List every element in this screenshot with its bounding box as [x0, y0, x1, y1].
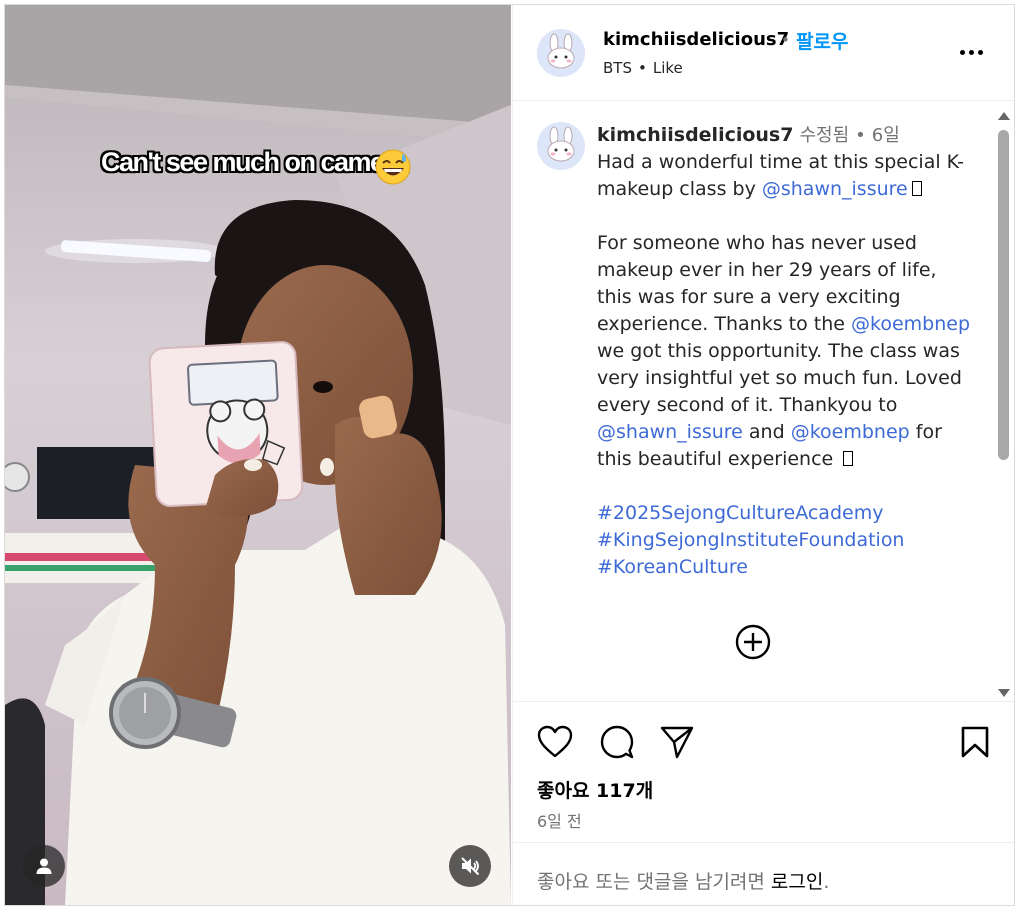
audio-info[interactable]: BTS • Like — [603, 59, 683, 77]
audio-artist: BTS — [603, 59, 632, 77]
comment-button[interactable] — [597, 722, 637, 762]
mute-button[interactable] — [449, 845, 491, 887]
bunny-avatar-icon — [537, 29, 585, 77]
more-options-button[interactable] — [953, 37, 989, 67]
video-overlay-text: Can't see much on camera — [101, 147, 408, 177]
hashtag-link[interactable]: #KoreanCulture — [597, 554, 975, 581]
caption-avatar[interactable] — [537, 122, 585, 170]
separator-dot: • — [855, 125, 866, 146]
audio-separator: • — [637, 59, 647, 77]
edited-label: 수정됨 — [799, 125, 850, 146]
caption-text: Had a wonderful time at this special K-m… — [597, 151, 964, 200]
caption-area: kimchiisdelicious7 수정됨 • 6일 Had a wonder… — [513, 102, 1014, 700]
unsupported-glyph-icon — [911, 181, 922, 196]
likes-count[interactable]: 좋아요 117개 — [537, 776, 653, 803]
share-button[interactable] — [657, 722, 697, 762]
caption-body: kimchiisdelicious7 수정됨 • 6일 Had a wonder… — [597, 122, 975, 581]
plus-circle-icon[interactable] — [735, 624, 771, 660]
post-actions: 좋아요 117개 6일 전 좋아요 또는 댓글을 남기려면 로그인. — [513, 701, 1014, 905]
hashtag-link[interactable]: #2025SejongCultureAcademy — [597, 500, 975, 527]
mention-link[interactable]: @koembnep — [791, 421, 910, 443]
speaker-muted-icon — [461, 857, 480, 876]
caption-age[interactable]: 6일 — [872, 122, 900, 149]
mention-link[interactable]: @shawn_issure — [597, 421, 743, 443]
post-video[interactable]: Can't see much on camera — [5, 5, 511, 905]
post-side-panel: kimchiisdelicious7 • 팔로우 BTS • Like kimc… — [512, 5, 1014, 905]
login-prompt-row: 좋아요 또는 댓글을 남기려면 로그인. — [513, 842, 1014, 905]
bookmark-icon — [961, 726, 989, 758]
tagged-users-button[interactable] — [23, 845, 65, 887]
mention-link[interactable]: @koembnep — [851, 313, 970, 335]
unsupported-glyph-icon — [843, 451, 854, 466]
separator-dot: • — [781, 31, 790, 49]
bunny-avatar-icon — [537, 122, 585, 170]
save-button[interactable] — [955, 722, 995, 762]
scroll-thumb[interactable] — [998, 130, 1009, 460]
posted-time[interactable]: 6일 전 — [537, 808, 582, 832]
share-icon — [660, 726, 694, 759]
scroll-down-arrow-icon[interactable] — [998, 689, 1010, 697]
mention-link[interactable]: @shawn_issure — [762, 178, 908, 200]
post-modal: Can't see much on camera kimchiisdelicio… — [4, 4, 1015, 906]
follow-button[interactable]: 팔로우 — [796, 27, 848, 54]
scroll-up-arrow-icon[interactable] — [998, 112, 1010, 120]
video-frame — [5, 5, 511, 905]
caption-header: kimchiisdelicious7 수정됨 • 6일 — [597, 122, 975, 149]
like-button[interactable] — [535, 722, 575, 762]
hashtag-link[interactable]: #KingSejongInstituteFoundation — [597, 527, 975, 554]
comment-icon — [600, 725, 634, 759]
more-horizontal-icon — [959, 49, 965, 55]
post-header: kimchiisdelicious7 • 팔로우 BTS • Like — [513, 5, 1014, 101]
caption-paragraph: For someone who has never used makeup ev… — [597, 232, 977, 470]
caption-username[interactable]: kimchiisdelicious7 — [597, 122, 793, 149]
heart-icon — [537, 725, 573, 758]
caption-scrollbar[interactable] — [996, 112, 1010, 697]
login-link[interactable]: 로그인 — [771, 871, 823, 893]
author-username[interactable]: kimchiisdelicious7 — [603, 29, 789, 50]
author-avatar[interactable] — [537, 29, 585, 77]
grinning-sweat-emoji-icon — [375, 149, 411, 185]
audio-title: Like — [652, 59, 683, 77]
login-prompt: 좋아요 또는 댓글을 남기려면 로그인. — [537, 871, 830, 893]
person-icon — [36, 858, 52, 874]
